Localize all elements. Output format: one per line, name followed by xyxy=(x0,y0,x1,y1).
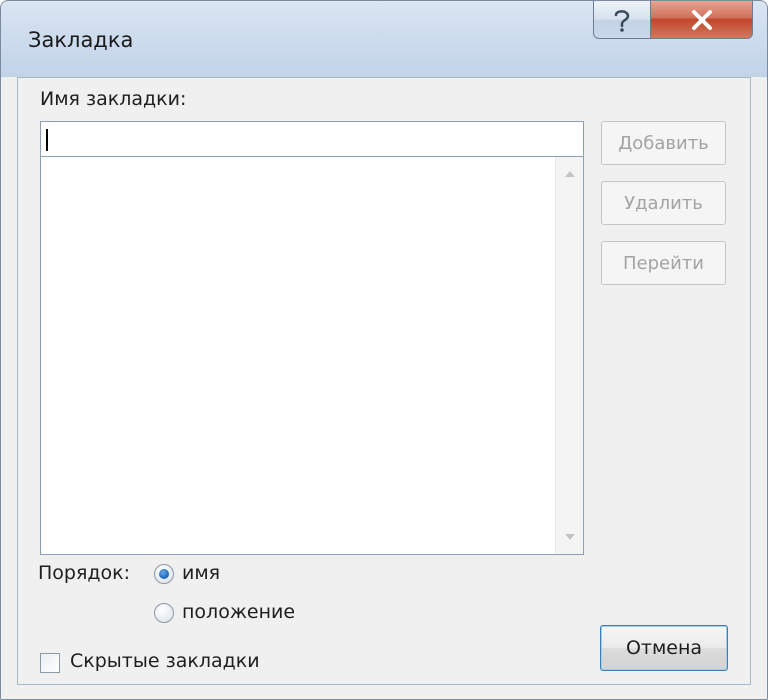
caption-buttons xyxy=(593,1,753,41)
sort-by-name-label[interactable]: имя xyxy=(182,562,220,584)
scroll-down-arrow[interactable] xyxy=(556,524,583,550)
bookmark-name-input[interactable] xyxy=(40,121,584,157)
add-button[interactable]: Добавить xyxy=(601,121,726,165)
help-icon xyxy=(614,9,630,32)
title-bar[interactable]: Закладка xyxy=(1,1,767,77)
help-button[interactable] xyxy=(593,1,651,39)
close-icon xyxy=(691,9,712,30)
sort-label: Порядок: xyxy=(38,562,131,584)
dialog-body: Имя закладки: Добавить Удалить Перейти П… xyxy=(17,77,751,685)
chevron-up-icon xyxy=(564,171,575,177)
delete-button[interactable]: Удалить xyxy=(601,181,726,225)
goto-button[interactable]: Перейти xyxy=(601,241,726,285)
text-caret xyxy=(46,129,48,151)
hidden-bookmarks-label[interactable]: Скрытые закладки xyxy=(70,650,260,672)
bookmark-name-label: Имя закладки: xyxy=(40,88,187,110)
scroll-up-arrow[interactable] xyxy=(556,161,583,187)
sort-by-position-radio[interactable] xyxy=(154,603,174,623)
dialog-title: Закладка xyxy=(28,28,134,52)
sort-by-name-radio[interactable] xyxy=(154,564,174,584)
list-scrollbar[interactable] xyxy=(555,157,583,554)
hidden-bookmarks-checkbox[interactable] xyxy=(40,653,60,673)
cancel-button[interactable]: Отмена xyxy=(600,625,728,671)
bookmark-list[interactable] xyxy=(40,157,584,555)
sort-by-position-label[interactable]: положение xyxy=(182,601,295,623)
bookmark-dialog: Закладка Имя закладки: Добавить Удалить … xyxy=(0,0,768,700)
chevron-down-icon xyxy=(564,534,575,540)
close-button[interactable] xyxy=(651,1,753,39)
